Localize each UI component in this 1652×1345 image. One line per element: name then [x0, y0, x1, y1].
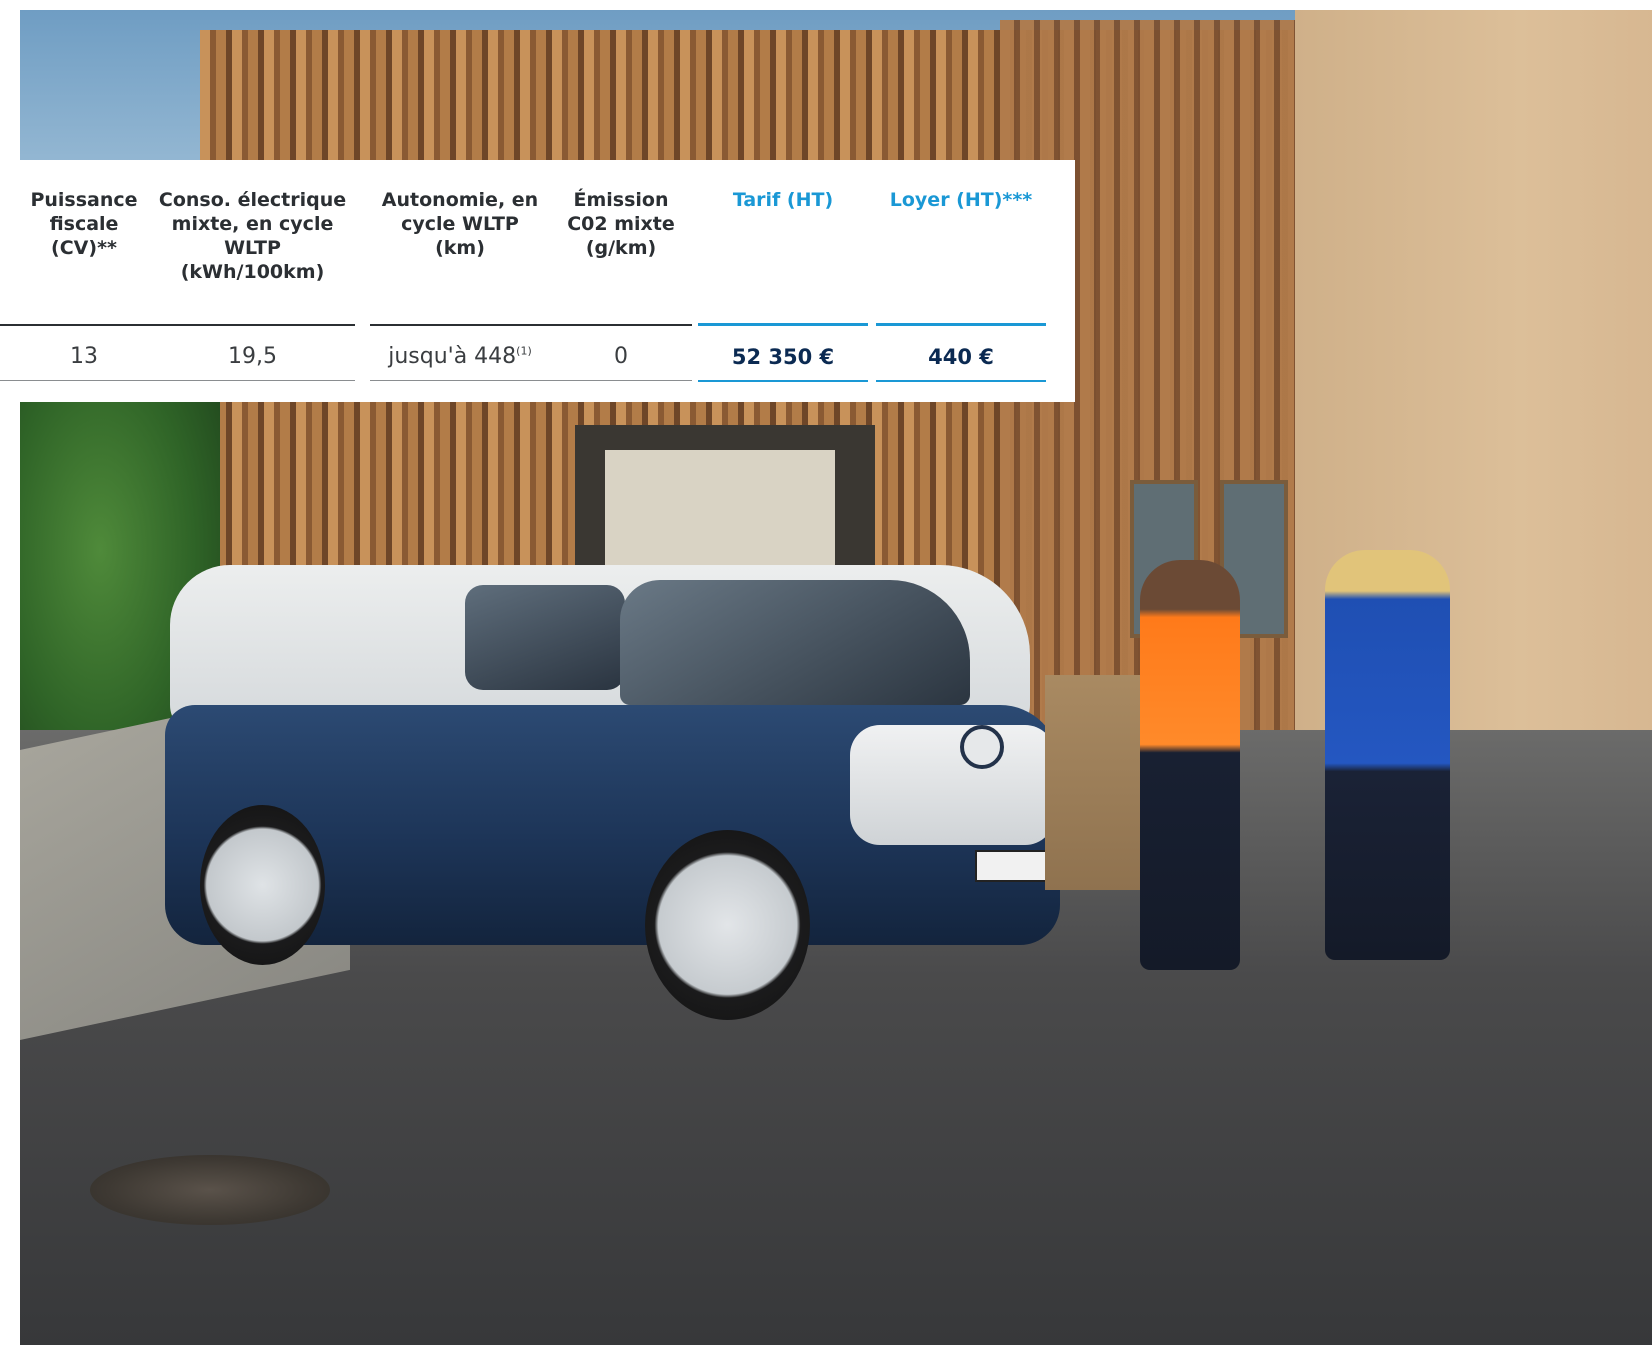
price-value: 52 350 € [731, 345, 835, 369]
cell-value: 13 [70, 344, 98, 369]
man-with-tablet [1325, 550, 1450, 960]
header-rule [150, 324, 355, 326]
header-rule [698, 323, 868, 326]
header-rule [0, 324, 168, 326]
vw-logo-icon [960, 725, 1004, 769]
col-conso-electrique: Conso. électrique mixte, en cycle WLTP (… [150, 160, 355, 402]
van-front-panel [850, 725, 1055, 845]
col-autonomie: Autonomie, en cycle WLTP (km) jusqu'à 44… [370, 160, 550, 402]
header-rule [370, 324, 550, 326]
row-rule [150, 380, 355, 381]
column-header: Conso. électrique mixte, en cycle WLTP (… [158, 189, 347, 283]
row-rule [370, 380, 550, 381]
col-tarif: Tarif (HT) 52 350 € [698, 160, 868, 402]
col-loyer: Loyer (HT)*** 440 € [876, 160, 1046, 402]
col-puissance-fiscale: Puissance fiscale (CV)** 13 [0, 160, 168, 402]
col-emission-co2: Émission C02 mixte (g/km) 0 [550, 160, 692, 402]
header-rule [876, 323, 1046, 326]
van-windshield [620, 580, 970, 705]
specs-table: Puissance fiscale (CV)** 13 Conso. élect… [0, 160, 1075, 402]
license-plate [975, 850, 1049, 882]
row-rule [698, 380, 868, 382]
column-header: Tarif (HT) [732, 189, 834, 211]
column-header: Autonomie, en cycle WLTP (km) [381, 189, 539, 259]
cell-value: 0 [614, 344, 628, 369]
column-header: Puissance fiscale (CV)** [30, 189, 138, 259]
garage-interior [605, 450, 835, 580]
van-front-wheel [645, 830, 810, 1020]
column-header: Émission C02 mixte (g/km) [567, 189, 675, 259]
van-rear-wheel [200, 805, 325, 965]
cell-value: 19,5 [228, 344, 277, 369]
header-rule [550, 324, 692, 326]
cell-value: jusqu'à 448(1) [388, 344, 532, 369]
van-side-window [465, 585, 625, 690]
footnote-marker: (1) [516, 344, 532, 358]
rent-value: 440 € [928, 345, 994, 369]
column-header: Loyer (HT)*** [889, 189, 1033, 211]
row-rule [550, 380, 692, 381]
manhole-cover [90, 1155, 330, 1225]
row-rule [876, 380, 1046, 382]
row-rule [0, 380, 168, 381]
worker-in-safety-vest [1140, 560, 1240, 970]
